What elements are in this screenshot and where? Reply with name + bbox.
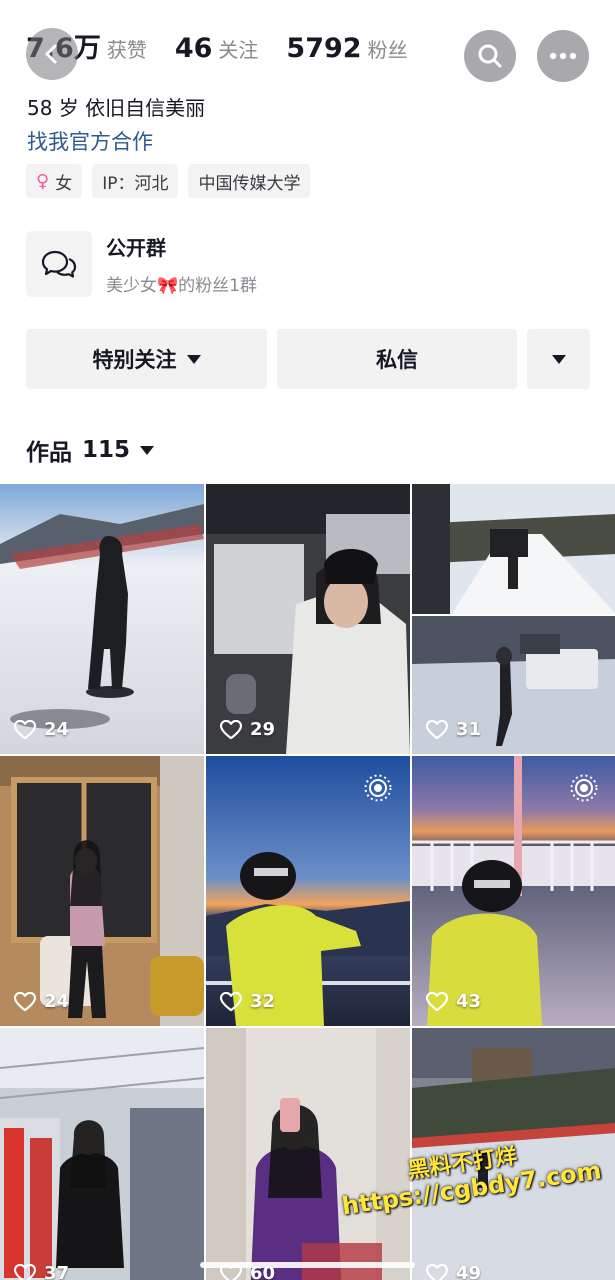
heart-icon (14, 719, 36, 739)
video-thumbnail[interactable]: 32 (206, 756, 410, 1026)
lounge-window-photo (0, 756, 204, 1026)
video-thumbnail[interactable]: 43 (412, 756, 615, 1026)
back-button[interactable] (26, 28, 78, 80)
followers-label[interactable]: 粉丝 (368, 34, 408, 63)
heart-icon (220, 719, 242, 739)
fan-group-entry[interactable]: 公开群 美少女🎀的粉丝1群 (26, 231, 257, 297)
heart-icon (426, 719, 448, 739)
recommend-dropdown-button[interactable] (527, 329, 590, 389)
live-icon (364, 774, 392, 802)
search-button[interactable] (464, 30, 516, 82)
more-button[interactable] (537, 30, 589, 82)
heart-icon (426, 1263, 448, 1280)
profile-actions: 特别关注 私信 (26, 329, 590, 389)
works-label: 作品 (26, 440, 72, 466)
ip-label: IP：河北 (102, 173, 169, 194)
snow-road-truck-photo (412, 484, 615, 754)
message-button[interactable]: 私信 (277, 329, 517, 389)
video-thumbnail[interactable]: 31 (412, 484, 615, 754)
more-dots-icon (549, 52, 577, 60)
profile-stats: 7.6万 获赞 46 关注 5792 粉丝 (26, 26, 436, 65)
car-selfie-photo (206, 484, 410, 754)
heart-icon (14, 991, 36, 1011)
like-count: 29 (220, 719, 275, 740)
video-thumbnail[interactable]: 37 (0, 1028, 204, 1280)
works-tab[interactable]: 作品 115 (26, 433, 155, 467)
profile-bio: 58 岁 依旧自信美丽 (27, 96, 206, 120)
group-subtitle: 美少女🎀的粉丝1群 (106, 276, 257, 296)
snowboard-photo (0, 484, 204, 754)
followers-count[interactable]: 5792 (286, 33, 361, 64)
video-thumbnail[interactable]: 29 (206, 484, 410, 754)
gender-label: 女 (55, 173, 73, 194)
heart-icon (220, 991, 242, 1011)
video-thumbnail[interactable]: 60 (206, 1028, 410, 1280)
heart-icon (426, 991, 448, 1011)
home-indicator (200, 1262, 415, 1268)
gender-tag: ♀ 女 (26, 164, 83, 198)
caret-down-icon (186, 354, 201, 364)
like-count: 32 (220, 991, 275, 1012)
heart-icon (14, 1263, 36, 1280)
search-icon (478, 44, 502, 68)
school-tag[interactable]: 中国传媒大学 (188, 164, 311, 198)
chevron-left-icon (45, 44, 57, 64)
live-icon (570, 774, 598, 802)
group-title: 公开群 (106, 236, 166, 260)
likes-label: 获赞 (106, 38, 147, 62)
ip-tag: IP：河北 (92, 164, 179, 198)
video-thumbnail[interactable]: 24 (0, 756, 204, 1026)
following-count[interactable]: 46 (175, 33, 213, 64)
special-follow-button[interactable]: 特别关注 (26, 329, 267, 389)
follow-label: 特别关注 (92, 348, 177, 372)
bow-emoji-icon: 🎀 (157, 276, 179, 296)
caret-down-icon (140, 445, 155, 455)
like-count: 43 (426, 991, 481, 1012)
cooperation-link[interactable]: 找我官方合作 (27, 126, 153, 156)
school-label: 中国传媒大学 (198, 173, 301, 194)
profile-tags: ♀ 女 IP：河北 中国传媒大学 (26, 164, 311, 198)
like-count: 24 (14, 991, 69, 1012)
video-thumbnail[interactable]: 24 (0, 484, 204, 754)
mall-christmas-photo (0, 1028, 204, 1280)
female-icon: ♀ (36, 170, 50, 192)
group-chat-icon (26, 231, 92, 297)
message-label: 私信 (376, 348, 418, 372)
like-count: 24 (14, 719, 69, 740)
following-label[interactable]: 关注 (218, 34, 258, 63)
like-count: 49 (426, 1263, 481, 1280)
like-count: 31 (426, 719, 481, 740)
mirror-selfie-photo (206, 1028, 410, 1280)
caret-down-icon (551, 354, 566, 364)
like-count: 37 (14, 1263, 69, 1280)
works-count: 115 (82, 437, 131, 463)
